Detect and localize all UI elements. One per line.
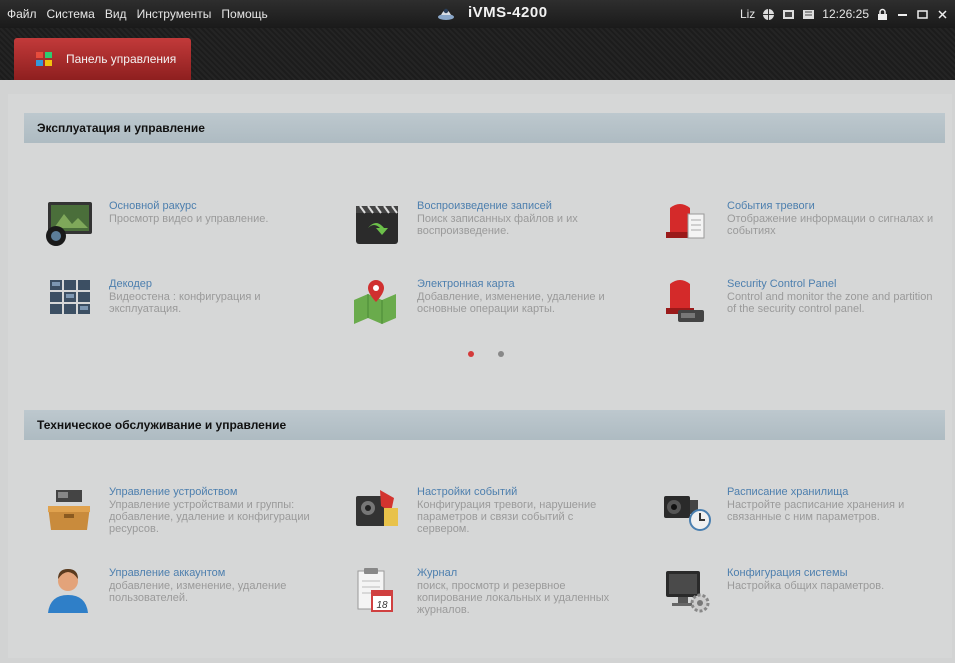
- module-desc: Настройте расписание хранения и связанны…: [727, 499, 905, 523]
- module-decoder[interactable]: Декодер Видеостена : конфигурация и эксп…: [42, 278, 312, 328]
- module-title: Расписание хранилища: [727, 486, 849, 498]
- menu-help[interactable]: Помощь: [221, 7, 267, 21]
- tab-bar: Панель управления: [0, 28, 955, 80]
- cpu-icon: [783, 9, 795, 19]
- module-desc: добавление, изменение, удаление пользова…: [109, 580, 287, 604]
- globe-icon[interactable]: [762, 8, 775, 21]
- module-desc: Control and monitor the zone and partiti…: [727, 291, 933, 315]
- user-name: Liz: [739, 7, 756, 21]
- app-title-group: iVMS-4200: [437, 3, 548, 21]
- tab-label: Панель управления: [66, 52, 177, 66]
- module-desc: Настройка общих параметров.: [727, 580, 885, 592]
- module-desc: Добавление, изменение, удаление и основн…: [417, 291, 605, 315]
- minimize-icon[interactable]: [896, 8, 909, 21]
- module-main-view[interactable]: Основной ракурс Просмотр видео и управле…: [42, 200, 312, 250]
- maximize-icon[interactable]: [916, 8, 929, 21]
- system-config-icon: [666, 571, 710, 613]
- section-title: Эксплуатация и управление: [37, 121, 205, 135]
- system-tray: Liz 12:26:25: [733, 0, 949, 28]
- module-desc: поиск, просмотр и резервное копирование …: [417, 580, 610, 616]
- module-title: События тревоги: [727, 200, 815, 212]
- emap-icon: [354, 280, 396, 324]
- module-system-config[interactable]: Конфигурация системы Настройка общих пар…: [660, 567, 930, 617]
- section-header-operation: Эксплуатация и управление: [24, 113, 945, 143]
- log-icon: 18: [357, 568, 393, 612]
- page-indicator: [468, 351, 528, 357]
- module-event-settings[interactable]: Настройки событий Конфигурация тревоги, …: [350, 486, 620, 536]
- module-title: Настройки событий: [417, 486, 518, 498]
- section-title: Техническое обслуживание и управление: [37, 418, 287, 432]
- decoder-icon: [50, 280, 90, 314]
- event-settings-icon: [356, 490, 398, 526]
- page-dot-inactive[interactable]: [498, 351, 504, 357]
- page-dot-active[interactable]: [468, 351, 474, 357]
- module-title: Управление устройством: [109, 486, 238, 498]
- security-panel-icon: [666, 280, 704, 322]
- module-desc: Видеостена : конфигурация и эксплуатация…: [109, 291, 261, 315]
- camera-logo-icon: [438, 8, 454, 20]
- module-playback[interactable]: Воспроизведение записей Поиск записанных…: [350, 200, 620, 250]
- module-title: Декодер: [109, 278, 153, 290]
- app-title: iVMS-4200: [468, 3, 548, 21]
- playback-icon: [356, 205, 398, 244]
- lock-icon[interactable]: [876, 8, 889, 21]
- module-title: Конфигурация системы: [727, 567, 848, 579]
- menu-bar: Файл Система Вид Инструменты Помощь iVMS…: [0, 0, 955, 28]
- device-management-icon: [48, 490, 90, 530]
- module-desc: Просмотр видео и управление.: [109, 213, 269, 225]
- module-security-control-panel[interactable]: Security Control Panel Control and monit…: [660, 278, 932, 328]
- module-device-management[interactable]: Управление устройством Управление устрой…: [42, 486, 312, 536]
- log-icon-day: 18: [376, 600, 388, 611]
- main-view-icon: [46, 202, 92, 246]
- account-management-icon: [48, 569, 88, 613]
- module-storage-schedule[interactable]: Расписание хранилища Настройте расписани…: [660, 486, 930, 536]
- clock: 12:26:25: [822, 7, 869, 21]
- menu-tools[interactable]: Инструменты: [137, 7, 212, 21]
- control-panel-content: Эксплуатация и управление Основной ракур…: [0, 80, 955, 663]
- module-desc: Поиск записанных файлов и их воспроизвед…: [417, 213, 578, 237]
- module-desc: Управление устройствами и группы: добавл…: [109, 499, 310, 535]
- module-account-management[interactable]: Управление аккаунтом добавление, изменен…: [42, 567, 312, 617]
- menu-system[interactable]: Система: [47, 7, 95, 21]
- main-menu: Файл Система Вид Инструменты Помощь: [2, 0, 273, 28]
- module-emap[interactable]: Электронная карта Добавление, изменение,…: [350, 278, 620, 328]
- menu-view[interactable]: Вид: [105, 7, 127, 21]
- storage-schedule-icon: [664, 496, 711, 531]
- close-icon[interactable]: [936, 8, 949, 21]
- module-title: Основной ракурс: [109, 200, 197, 212]
- menu-file[interactable]: Файл: [7, 7, 37, 21]
- module-desc: Конфигурация тревоги, нарушение параметр…: [417, 499, 597, 535]
- module-title: Управление аккаунтом: [109, 567, 226, 579]
- module-title: Воспроизведение записей: [417, 200, 552, 212]
- module-desc: Отображение информации о сигналах и собы…: [727, 213, 934, 237]
- module-title: Журнал: [417, 567, 458, 579]
- module-alarm-events[interactable]: События тревоги Отображение информации о…: [660, 200, 933, 250]
- tab-control-panel[interactable]: Панель управления: [14, 38, 191, 80]
- module-title: Электронная карта: [417, 278, 515, 290]
- module-log[interactable]: 18 Журнал поиск, просмотр и резервное ко…: [350, 567, 620, 617]
- module-title: Security Control Panel: [727, 278, 837, 290]
- ram-icon: [803, 9, 815, 19]
- control-panel-icon: [36, 52, 53, 66]
- alarm-events-icon: [666, 204, 705, 239]
- section-header-maintenance: Техническое обслуживание и управление: [24, 410, 945, 440]
